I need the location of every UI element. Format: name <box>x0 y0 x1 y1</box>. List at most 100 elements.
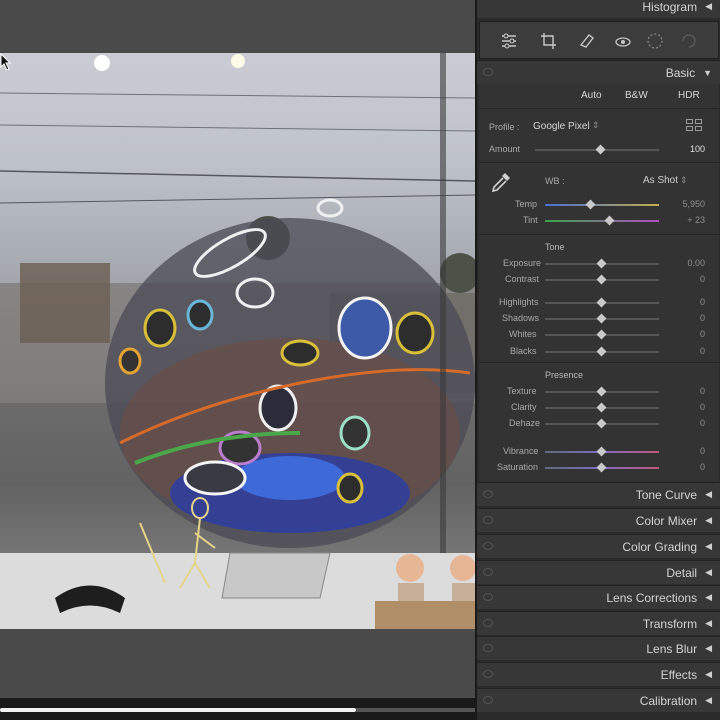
vibrance-thumb[interactable] <box>596 446 607 457</box>
lens-corrections-header[interactable]: Lens Corrections ◀ <box>477 585 720 609</box>
edit-panel: Histogram ◀ Basic ▼ Auto B&W HDR Profile… <box>475 0 720 720</box>
video-scrubber[interactable] <box>0 698 475 720</box>
transform-header[interactable]: Transform ◀ <box>477 611 720 635</box>
section-label: Color Mixer <box>635 513 698 528</box>
highlights-label: Highlights <box>499 297 539 307</box>
crop-icon[interactable] <box>540 32 558 50</box>
contrast-value[interactable]: 0 <box>665 274 705 284</box>
collapse-arrow-icon: ◀ <box>705 643 712 653</box>
profile-label: Profile : <box>489 122 520 132</box>
visibility-eye-icon[interactable] <box>483 644 493 652</box>
divider <box>479 362 719 363</box>
photo-canvas-area <box>0 0 475 720</box>
healing-icon[interactable] <box>578 32 596 50</box>
profile-updown-icon[interactable]: ⇕ <box>592 120 600 131</box>
blacks-thumb[interactable] <box>596 346 607 357</box>
texture-value[interactable]: 0 <box>665 386 705 396</box>
collapse-arrow-icon: ◀ <box>705 541 712 551</box>
exposure-thumb[interactable] <box>596 258 607 269</box>
color-mixer-header[interactable]: Color Mixer ◀ <box>477 508 720 532</box>
blacks-value[interactable]: 0 <box>665 346 705 356</box>
basic-header[interactable]: Basic ▼ <box>477 60 720 84</box>
contrast-thumb[interactable] <box>596 274 607 285</box>
wb-select[interactable]: As Shot <box>643 175 678 186</box>
histogram-header[interactable]: Histogram ◀ <box>477 0 720 18</box>
photo-art <box>0 53 475 629</box>
divider <box>479 108 719 109</box>
profile-select[interactable]: Google Pixel <box>533 121 590 132</box>
lens-blur-header[interactable]: Lens Blur ◀ <box>477 636 720 660</box>
visibility-eye-icon[interactable] <box>483 619 493 627</box>
section-label: Detail <box>666 565 698 580</box>
dehaze-value[interactable]: 0 <box>665 418 705 428</box>
tone-curve-header[interactable]: Tone Curve ◀ <box>477 482 720 506</box>
color-grading-header[interactable]: Color Grading ◀ <box>477 534 720 558</box>
temp-slider[interactable] <box>545 204 659 206</box>
exposure-value[interactable]: 0.00 <box>665 258 705 268</box>
section-label: Color Grading <box>622 539 698 554</box>
presets-icon[interactable] <box>680 32 698 50</box>
section-label: Effects <box>660 667 698 682</box>
tint-slider[interactable] <box>545 220 659 222</box>
temp-thumb[interactable] <box>585 199 596 210</box>
temp-value[interactable]: 5,950 <box>665 199 705 209</box>
tool-strip <box>479 21 719 59</box>
histogram-label: Histogram <box>642 0 698 14</box>
highlights-value[interactable]: 0 <box>665 297 705 307</box>
redeye-icon[interactable] <box>614 32 632 50</box>
collapse-arrow-icon: ◀ <box>705 489 712 499</box>
section-label: Transform <box>642 616 698 631</box>
expand-arrow-icon: ▼ <box>703 67 712 78</box>
visibility-eye-icon[interactable] <box>483 516 493 524</box>
saturation-value[interactable]: 0 <box>665 462 705 472</box>
section-label: Lens Blur <box>646 641 698 656</box>
photo-preview[interactable] <box>0 53 475 629</box>
saturation-label: Saturation <box>497 462 539 472</box>
section-label: Lens Corrections <box>606 590 698 605</box>
whites-thumb[interactable] <box>596 329 607 340</box>
auto-button[interactable]: Auto <box>581 90 602 101</box>
effects-header[interactable]: Effects ◀ <box>477 662 720 686</box>
scrubber-progress <box>0 708 357 712</box>
edit-sliders-icon[interactable] <box>500 32 518 50</box>
visibility-eye-icon[interactable] <box>483 670 493 678</box>
clarity-label: Clarity <box>511 402 537 412</box>
dehaze-thumb[interactable] <box>596 418 607 429</box>
vibrance-value[interactable]: 0 <box>665 446 705 456</box>
saturation-thumb[interactable] <box>596 462 607 473</box>
visibility-eye-icon[interactable] <box>483 490 493 498</box>
visibility-eye-icon[interactable] <box>483 696 493 704</box>
shadows-value[interactable]: 0 <box>665 313 705 323</box>
calibration-header[interactable]: Calibration ◀ <box>477 688 720 712</box>
texture-thumb[interactable] <box>596 386 607 397</box>
bw-button[interactable]: B&W <box>625 90 648 101</box>
visibility-eye-icon[interactable] <box>483 68 493 76</box>
visibility-eye-icon[interactable] <box>483 568 493 576</box>
detail-header[interactable]: Detail ◀ <box>477 560 720 584</box>
whites-label: Whites <box>509 329 537 339</box>
exposure-label: Exposure <box>503 258 542 268</box>
visibility-eye-icon[interactable] <box>483 593 493 601</box>
visibility-eye-icon[interactable] <box>483 542 493 550</box>
shadows-thumb[interactable] <box>596 313 607 324</box>
collapse-arrow-icon: ◀ <box>705 695 712 705</box>
tint-value[interactable]: + 23 <box>665 215 705 225</box>
wb-updown-icon[interactable]: ⇕ <box>680 175 688 186</box>
highlights-thumb[interactable] <box>596 297 607 308</box>
tint-label: Tint <box>523 215 538 225</box>
clarity-value[interactable]: 0 <box>665 402 705 412</box>
hdr-button[interactable]: HDR <box>678 90 700 101</box>
masking-icon[interactable] <box>646 32 664 50</box>
collapse-arrow-icon: ◀ <box>705 1 712 11</box>
whites-value[interactable]: 0 <box>665 329 705 339</box>
profile-browser-icon[interactable] <box>686 119 704 133</box>
eyedropper-icon[interactable] <box>489 170 513 194</box>
amount-value[interactable]: 100 <box>665 144 705 154</box>
clarity-thumb[interactable] <box>596 402 607 413</box>
scrubber-track[interactable] <box>356 708 475 712</box>
basic-section-body: Auto B&W HDR Profile : Google Pixel ⇕ Am… <box>479 84 719 482</box>
tint-thumb[interactable] <box>604 215 615 226</box>
divider <box>479 234 719 235</box>
collapse-arrow-icon: ◀ <box>705 618 712 628</box>
amount-thumb[interactable] <box>595 144 606 155</box>
